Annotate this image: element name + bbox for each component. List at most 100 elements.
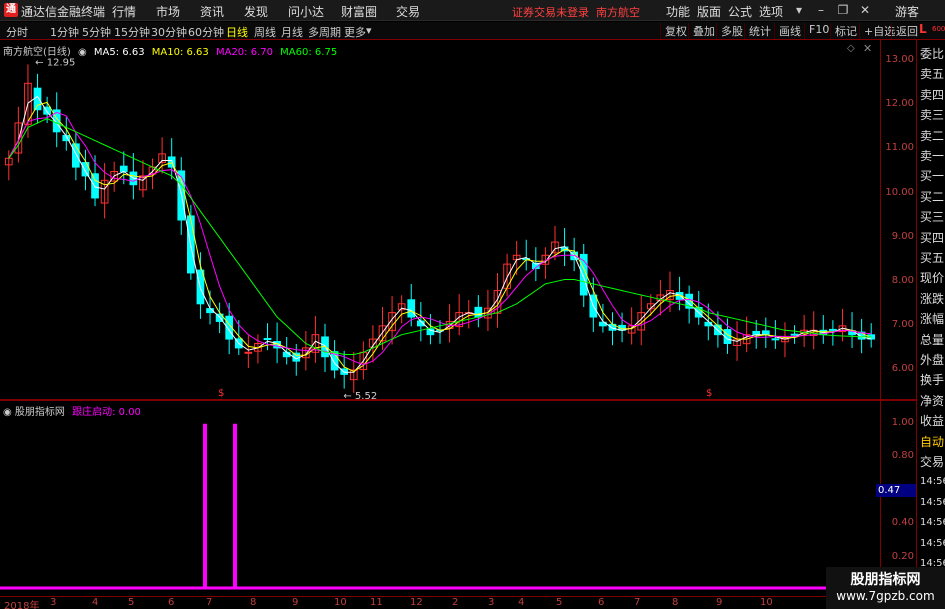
panel-expand-icon[interactable]: ◇ [847,43,855,54]
candle-body [790,333,799,336]
quote-field-label: 14:56 [920,476,945,488]
indicator-tick-label: 1.00 [891,416,914,428]
settings-icon[interactable]: ◉ [78,47,87,58]
mark-button[interactable]: 标记 [830,23,857,39]
period-1min[interactable]: 1分钟 [50,24,79,40]
date-tick-label: 2 [452,597,459,608]
date-tick-label: 6 [168,597,175,608]
legend-ma20: MA20: 6.70 [215,47,273,58]
date-tick-label: 2018年 [4,601,40,609]
indicator-spike [203,423,207,588]
login-notice[interactable]: 证券交易未登录 南方航空 [512,4,640,20]
quote-field-label: 卖二 [920,128,945,143]
candle-body [752,330,761,336]
indicator-tick-label: 0.40 [891,517,914,529]
period-weekly[interactable]: 周线 [254,24,276,40]
candle-body [263,338,272,341]
chart-title: 南方航空(日线) [3,47,71,58]
adjust-button[interactable]: 复权 [660,23,687,39]
quote-field-label: 卖四 [920,87,945,102]
candle-body [771,338,780,341]
quote-field-label: 外盘 [920,353,945,367]
legend-ma10: MA10: 6.63 [151,47,209,58]
menu-discover[interactable]: 发现 [244,3,268,20]
period-timeshare[interactable]: 分时 [6,24,28,40]
period-monthly[interactable]: 月线 [281,24,303,40]
quote-field-label: 卖一 [920,149,945,163]
quote-field-label: 收益 [920,414,945,429]
candle-body [33,87,42,111]
price-tick-label: 13.00 [885,54,914,66]
menu-ask[interactable]: 问小达 [288,3,324,20]
period-30min[interactable]: 30分钟 [151,24,187,40]
menu-trade[interactable]: 交易 [396,3,420,20]
quote-field-label: 委比 [920,47,945,61]
more-dropdown-icon[interactable]: ▾ [366,24,372,37]
dropdown-icon[interactable]: ▾ [790,2,808,18]
quote-field-label: 14:56 [920,537,945,549]
date-tick-label: 5 [556,597,563,608]
add-watchlist-button[interactable]: +自选 [859,23,895,39]
date-tick-label: 10 [334,597,347,608]
period-multi[interactable]: 多周期 [308,24,341,40]
candle-body [407,299,416,318]
menu-formula[interactable]: 公式 [728,3,752,20]
quote-side-panel: 委比 卖五 卖四 卖三 卖二 卖一 买一 买二 买三 买四 买五 现价 涨跌 涨幅 总量 外盘 换手 净资 收益 自动… [916,40,945,609]
indicator-legend: ◉ 股朋指标网 跟庄启动: 0.00 [3,403,141,418]
indicator-chart[interactable] [0,401,880,591]
period-more[interactable]: 更多 [344,24,366,40]
date-tick-label: 3 [488,597,495,608]
date-tick-label: 12 [410,597,423,608]
menu-layout[interactable]: 版面 [697,3,721,20]
date-tick-label: 5 [128,597,135,608]
quote-field-label: 卖五 [920,67,945,82]
quote-field-label: 净资 [920,393,945,408]
menu-news[interactable]: 资讯 [200,3,224,20]
indicator-title: 股朋指标网 [14,407,65,418]
price-axis: 13.00 12.00 11.00 10.00 9.00 8.00 7.00 6.00 [880,40,916,400]
minimize-icon[interactable]: – [812,2,830,18]
menu-function[interactable]: 功能 [666,3,690,20]
quote-field-label: 现价 [920,271,945,286]
level-badge: L [919,22,927,36]
candle-body [761,330,770,336]
menu-wealth[interactable]: 财富圈 [341,3,377,20]
multi-stock-button[interactable]: 多股 [716,23,743,39]
indicator-line-label: 跟庄启动: 0.00 [72,407,141,418]
back-button[interactable]: 返回 [891,23,918,39]
menu-market[interactable]: 市场 [156,3,180,20]
overlay-button[interactable]: 叠加 [688,23,715,39]
date-tick-label: 7 [634,597,641,608]
indicator-tick-label: 0.20 [891,550,914,562]
menu-options[interactable]: 选项 [759,3,783,20]
candle-body [244,351,253,354]
candle-body [81,162,90,177]
indicator-spike [233,423,237,588]
quote-field-label: 总量 [920,332,945,347]
indicator-settings-icon[interactable]: ◉ [3,407,12,418]
period-60min[interactable]: 60分钟 [188,24,224,40]
candle-body [91,173,99,199]
date-tick-label: 11 [370,597,383,608]
date-tick-label: 9 [716,597,723,608]
close-icon[interactable]: ✕ [856,2,874,18]
period-15min[interactable]: 15分钟 [114,24,150,40]
panel-close-icon[interactable]: ✕ [863,42,872,55]
quote-field-label: 买五 [920,251,945,265]
statistics-button[interactable]: 统计 [744,23,771,39]
quote-field-label: 交易 [920,455,945,469]
user-label[interactable]: 游客 [895,3,919,20]
main-legend: 南方航空(日线) ◉ MA5: 6.63 MA10: 6.63 MA20: 6.… [3,43,341,58]
legend-ma60: MA60: 6.75 [280,47,338,58]
candlestick-chart[interactable]: ← 12.95← 5.52$ $ [0,40,880,400]
period-5min[interactable]: 5分钟 [82,24,111,40]
quote-field-label: 买三 [920,210,945,225]
legend-ma5: MA5: 6.63 [93,47,145,58]
f10-button[interactable]: F10 [804,23,829,39]
draw-line-button[interactable]: 画线 [774,23,801,39]
watermark: 股朋指标网 www.7gpzb.com [826,567,945,609]
period-daily[interactable]: 日线 [226,24,248,40]
restore-icon[interactable]: ❐ [834,2,852,18]
menu-quotes[interactable]: 行情 [112,3,136,20]
candle-body [119,165,128,172]
